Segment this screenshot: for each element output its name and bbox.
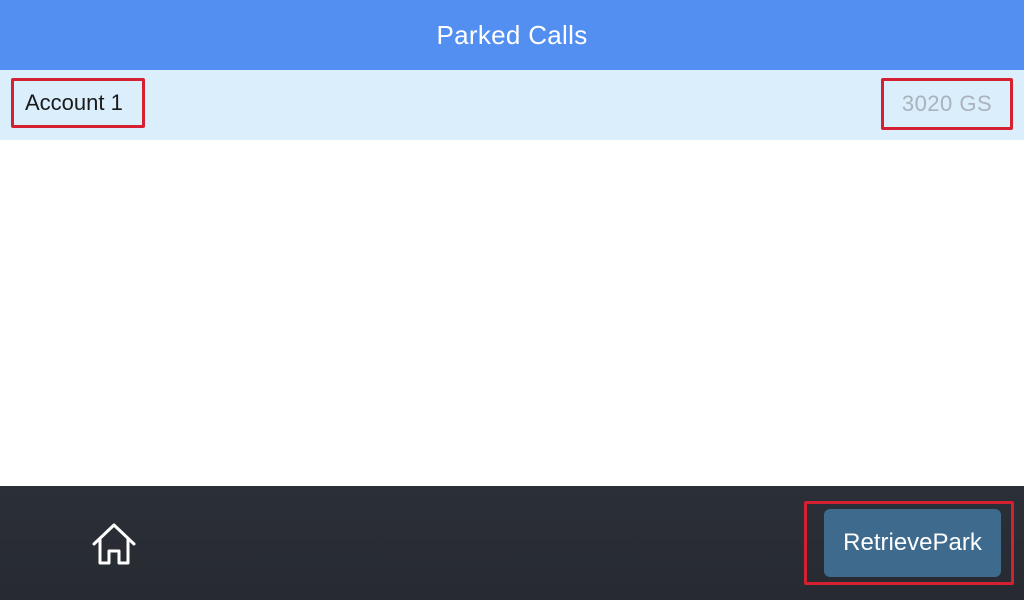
- home-icon: [92, 523, 136, 565]
- title-bar: Parked Calls: [0, 0, 1024, 70]
- home-button[interactable]: [84, 516, 144, 572]
- parked-calls-screen: Parked Calls Account 1 3020 GS RetrieveP…: [0, 0, 1024, 600]
- bottom-bar: RetrievePark: [0, 486, 1024, 600]
- page-title: Parked Calls: [436, 19, 588, 50]
- account-name: Account 1: [11, 78, 145, 128]
- account-row[interactable]: Account 1 3020 GS: [0, 70, 1024, 140]
- account-model: 3020 GS: [881, 78, 1013, 130]
- retrieve-park-highlight: RetrievePark: [804, 501, 1014, 585]
- retrieve-park-button[interactable]: RetrievePark: [824, 509, 1001, 577]
- parked-calls-list: [0, 140, 1024, 486]
